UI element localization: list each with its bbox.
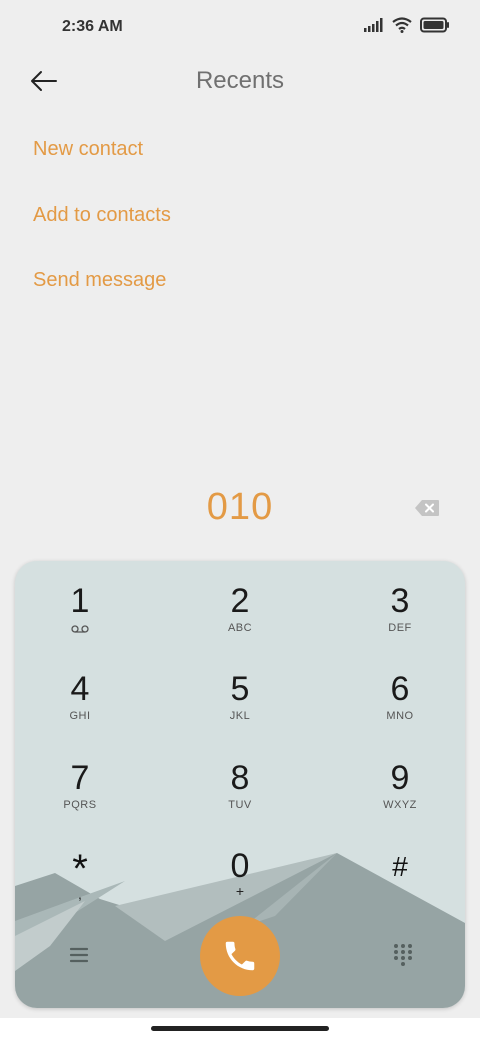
key-letters: GHI [69, 710, 91, 722]
wifi-icon [392, 17, 412, 38]
keypad: 1 2 ABC 3 DEF 4 GHI 5 JKL 6 MNO 7 PQRS 8… [15, 561, 465, 1008]
key-2[interactable]: 2 ABC [180, 581, 300, 661]
key-digit: 5 [230, 670, 250, 708]
backspace-button[interactable] [414, 498, 440, 518]
key-hash[interactable]: # [340, 847, 460, 927]
key-digit: 1 [70, 582, 90, 620]
key-letters: JKL [229, 710, 251, 722]
key-digit: 4 [70, 670, 90, 708]
status-time: 2:36 AM [62, 18, 123, 35]
key-digit: # [392, 851, 408, 882]
signal-icon [364, 18, 384, 37]
key-digit: 6 [390, 670, 410, 708]
dialpad-toggle-button[interactable] [392, 942, 414, 966]
key-digit: 0 [230, 847, 250, 885]
key-digit: 8 [230, 759, 250, 797]
status-icons [364, 17, 450, 38]
phone-icon [225, 941, 255, 971]
key-letters: , [78, 886, 82, 902]
key-3[interactable]: 3 DEF [340, 581, 460, 661]
menu-icon [69, 947, 89, 963]
key-digit: 9 [390, 759, 410, 797]
key-letters: PQRS [63, 799, 97, 811]
add-to-contacts-link[interactable]: Add to contacts [33, 204, 171, 227]
dialpad-icon [394, 944, 412, 966]
battery-icon [420, 17, 450, 38]
key-digit: 7 [70, 759, 90, 797]
key-0[interactable]: 0 + [180, 846, 300, 926]
menu-button[interactable] [67, 944, 91, 966]
page-title: Recents [195, 67, 285, 94]
header: Recents [0, 56, 480, 106]
key-4[interactable]: 4 GHI [20, 669, 140, 749]
backspace-icon [415, 500, 439, 516]
voicemail-icon [20, 621, 140, 635]
key-star[interactable]: * , [20, 849, 140, 929]
new-contact-link[interactable]: New contact [33, 138, 143, 161]
key-1[interactable]: 1 [20, 581, 140, 661]
key-letters: ABC [227, 622, 253, 634]
home-indicator[interactable] [151, 1026, 329, 1031]
key-letters: TUV [228, 799, 252, 811]
key-8[interactable]: 8 TUV [180, 758, 300, 838]
key-6[interactable]: 6 MNO [340, 669, 460, 749]
dialed-number: 010 [206, 486, 274, 528]
key-digit: 3 [390, 582, 410, 620]
key-letters: + [235, 883, 245, 899]
call-button[interactable] [200, 916, 280, 996]
status-bar: 2:36 AM [0, 0, 480, 56]
key-9[interactable]: 9 WXYZ [340, 758, 460, 838]
key-7[interactable]: 7 PQRS [20, 758, 140, 838]
key-letters: DEF [388, 622, 412, 634]
send-message-link[interactable]: Send message [33, 269, 166, 292]
key-digit: * [72, 847, 88, 891]
key-5[interactable]: 5 JKL [180, 669, 300, 749]
key-digit: 2 [230, 582, 250, 620]
key-letters: MNO [386, 710, 414, 722]
key-letters: WXYZ [383, 799, 417, 811]
